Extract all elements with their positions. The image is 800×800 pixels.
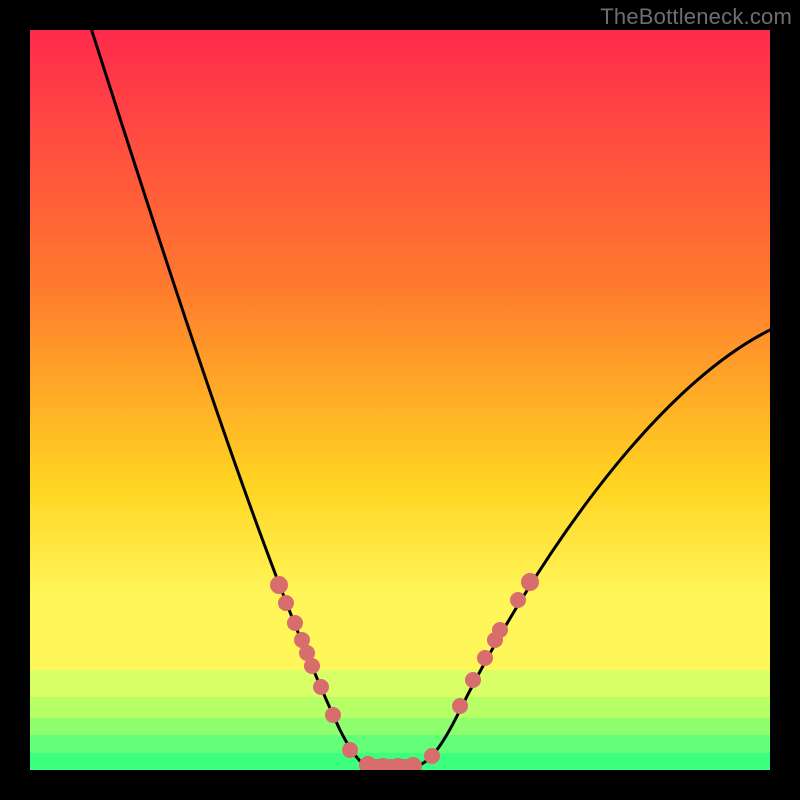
watermark-text: TheBottleneck.com	[600, 4, 792, 30]
data-dot	[342, 742, 358, 758]
data-dot	[304, 658, 320, 674]
data-dot	[477, 650, 493, 666]
data-dot	[313, 679, 329, 695]
chart-svg	[30, 30, 770, 770]
bottleneck-curve	[90, 30, 770, 767]
data-dot	[521, 573, 539, 591]
data-dot	[270, 576, 288, 594]
data-dot	[452, 698, 468, 714]
data-dot	[278, 595, 294, 611]
data-dot	[404, 757, 422, 770]
app-frame: TheBottleneck.com	[0, 0, 800, 800]
data-dot	[510, 592, 526, 608]
data-dot	[465, 672, 481, 688]
data-dots	[270, 573, 539, 770]
plot-area	[30, 30, 770, 770]
data-dot	[287, 615, 303, 631]
data-dot	[424, 748, 440, 764]
data-dot	[492, 622, 508, 638]
data-dot	[325, 707, 341, 723]
curve-left-branch	[90, 30, 370, 767]
